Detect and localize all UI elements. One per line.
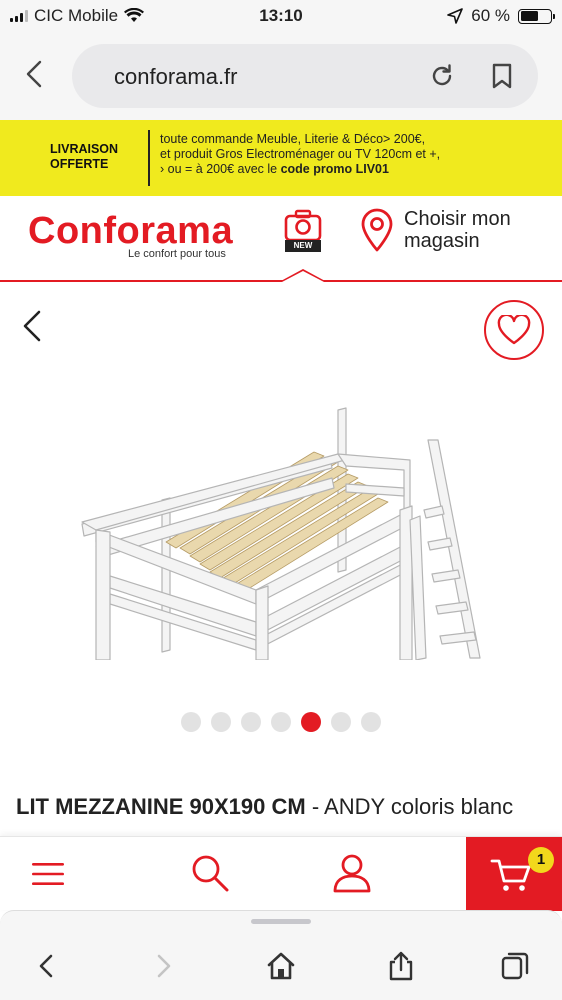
gallery-dot[interactable] <box>211 712 231 732</box>
favorite-button[interactable] <box>484 300 544 360</box>
product-gallery[interactable] <box>0 284 562 754</box>
gallery-dot[interactable] <box>181 712 201 732</box>
new-badge: NEW <box>285 240 321 252</box>
status-right: 60 % <box>447 6 555 26</box>
menu-icon[interactable] <box>30 859 66 889</box>
promo-divider <box>148 130 150 186</box>
battery-percent: 60 % <box>471 6 510 25</box>
choose-store-link[interactable]: Choisir mon magasin <box>404 208 544 252</box>
url-field[interactable]: conforama.fr <box>72 44 538 108</box>
gallery-dot[interactable] <box>271 712 291 732</box>
product-title-bold: LIT MEZZANINE 90X190 CM <box>16 794 306 819</box>
product-title-rest: - ANDY coloris blanc <box>305 794 514 819</box>
gallery-back-icon[interactable] <box>18 308 48 344</box>
promo-line-3: › ou = à 200€ avec le code promo LIV01 <box>160 162 550 177</box>
site-bottom-nav: 1 <box>0 836 562 911</box>
promo-text: toute commande Meuble, Literie & Déco> 2… <box>160 132 550 177</box>
promo-line-1: toute commande Meuble, Literie & Déco> 2… <box>160 132 426 146</box>
gallery-dot[interactable] <box>331 712 351 732</box>
promo-code: code promo LIV01 <box>280 162 389 176</box>
product-title: LIT MEZZANINE 90X190 CM - ANDY coloris b… <box>16 792 556 838</box>
store-locator-icon[interactable] <box>360 208 394 252</box>
bookmark-icon[interactable] <box>490 62 514 90</box>
battery-fill <box>520 11 538 21</box>
grab-handle[interactable] <box>251 919 311 924</box>
gallery-dot[interactable] <box>301 712 321 732</box>
site-header: Conforama Le confort pour tous NEW Chois… <box>0 196 562 282</box>
url-text[interactable]: conforama.fr <box>114 64 238 90</box>
product-image-loft-bed[interactable] <box>70 370 490 660</box>
promo-banner[interactable]: LIVRAISON OFFERTE toute commande Meuble,… <box>0 120 562 196</box>
browser-toolbar <box>0 910 562 1000</box>
search-icon[interactable] <box>190 853 230 893</box>
gallery-dot[interactable] <box>241 712 261 732</box>
promo-line-2: et produit Gros Electroménager ou TV 120… <box>160 147 441 161</box>
status-bar: CIC Mobile 13:10 60 % <box>0 0 562 34</box>
cart-button[interactable]: 1 <box>466 837 562 911</box>
cart-count-badge: 1 <box>528 847 554 873</box>
browser-back-nav-icon[interactable] <box>32 951 62 981</box>
conforama-logo[interactable]: Conforama <box>28 210 233 253</box>
tabs-icon[interactable] <box>500 951 530 981</box>
logo-tagline: Le confort pour tous <box>128 248 226 260</box>
gallery-dot[interactable] <box>361 712 381 732</box>
reload-icon[interactable] <box>428 62 456 90</box>
browser-forward-icon[interactable] <box>148 951 178 981</box>
home-icon[interactable] <box>266 951 296 981</box>
promo-line-3-prefix: › ou = à 200€ avec le <box>160 162 281 176</box>
cart-icon <box>490 859 531 891</box>
account-icon[interactable] <box>330 851 374 895</box>
battery-icon <box>518 8 555 24</box>
heart-icon <box>497 315 531 345</box>
share-icon[interactable] <box>386 951 416 981</box>
location-arrow-icon <box>447 8 464 24</box>
promo-title: LIVRAISON OFFERTE <box>50 142 119 171</box>
browser-back-icon[interactable] <box>18 56 54 92</box>
header-notch <box>279 269 327 282</box>
gallery-pagination[interactable] <box>0 712 562 732</box>
browser-address-bar: conforama.fr <box>0 34 562 120</box>
